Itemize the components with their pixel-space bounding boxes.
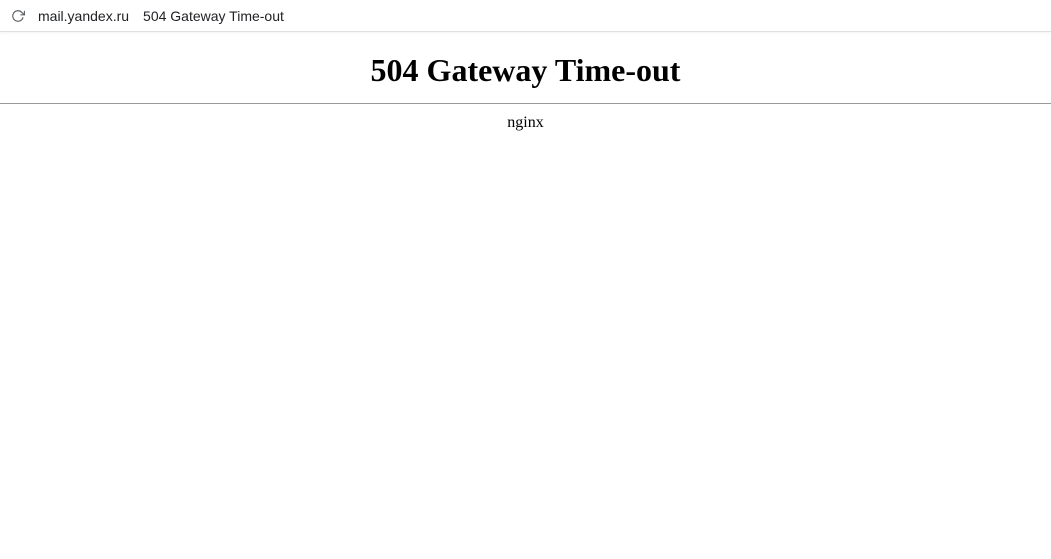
reload-icon[interactable] (10, 8, 26, 24)
address-bar: mail.yandex.ru 504 Gateway Time-out (0, 0, 1051, 32)
url-text[interactable]: mail.yandex.ru (38, 8, 129, 24)
error-heading: 504 Gateway Time-out (0, 44, 1051, 103)
page-content: 504 Gateway Time-out nginx (0, 32, 1051, 132)
tab-title-text: 504 Gateway Time-out (143, 8, 284, 24)
server-text: nginx (0, 104, 1051, 132)
